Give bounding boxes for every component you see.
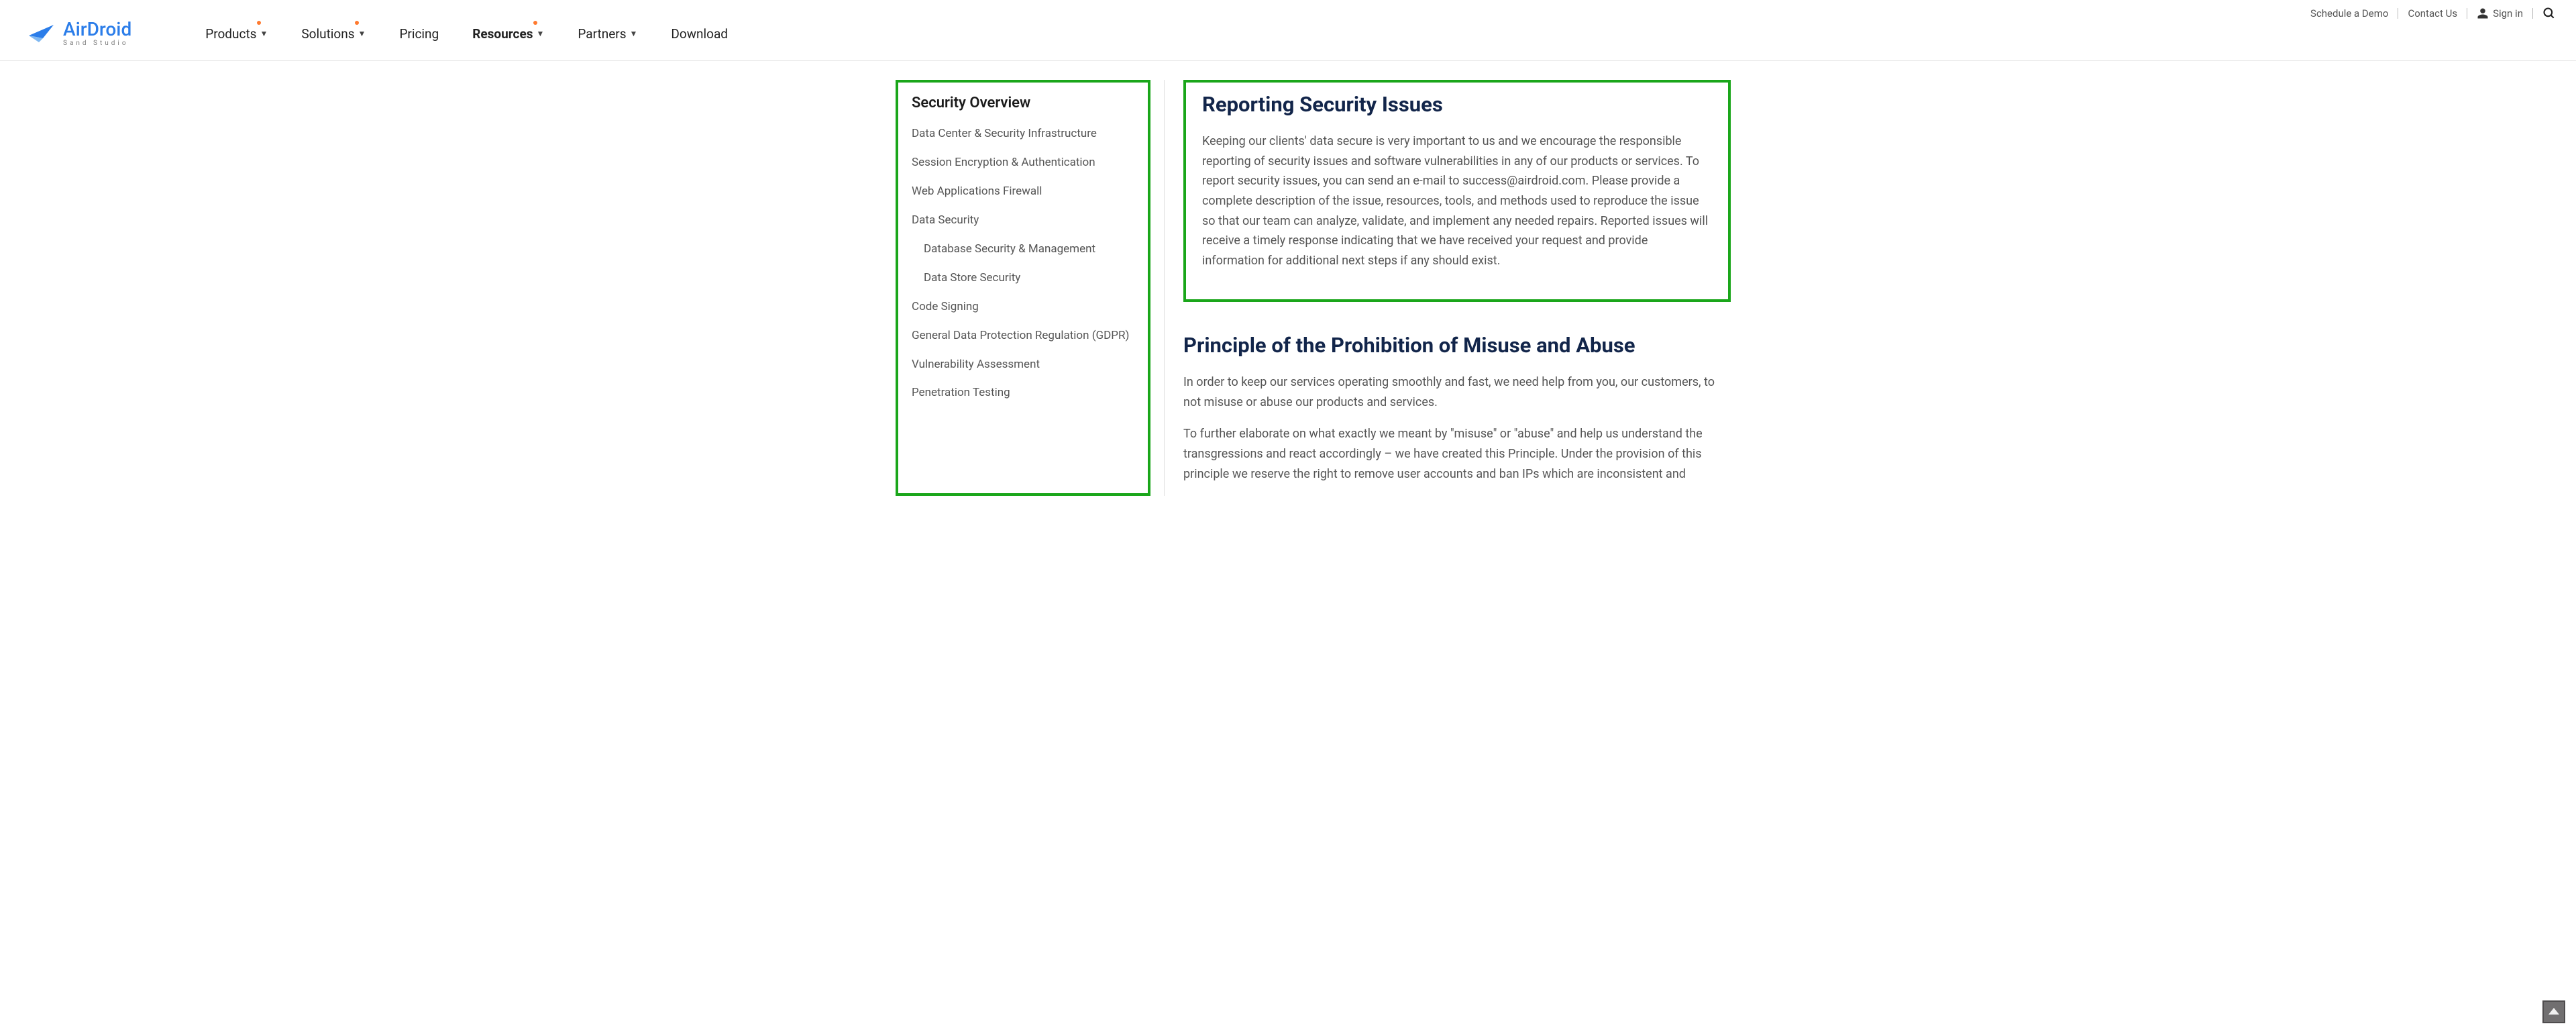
sidebar-title: Security Overview xyxy=(912,95,1134,111)
logo-brand: AirDroid xyxy=(63,20,131,39)
main-header: AirDroid Sand Studio Products ▼ Solution… xyxy=(0,20,2576,61)
chevron-down-icon: ▼ xyxy=(630,29,638,38)
nav-label: Products xyxy=(205,26,256,42)
contact-us-link[interactable]: Contact Us xyxy=(2408,7,2457,19)
main-nav: Products ▼ Solutions ▼ Pricing Resources… xyxy=(205,26,728,42)
nav-label: Download xyxy=(671,26,728,42)
logo[interactable]: AirDroid Sand Studio xyxy=(27,20,131,47)
logo-subtitle: Sand Studio xyxy=(63,40,131,47)
nav-solutions[interactable]: Solutions ▼ xyxy=(301,26,366,42)
nav-label: Solutions xyxy=(301,26,354,42)
chevron-down-icon: ▼ xyxy=(536,29,544,38)
section-title: Principle of the Prohibition of Misuse a… xyxy=(1183,333,1731,358)
section-body: Keeping our clients' data secure is very… xyxy=(1202,132,1712,271)
section-title: Reporting Security Issues xyxy=(1202,92,1712,117)
divider xyxy=(2532,8,2533,19)
sidebar-item-data-store-security[interactable]: Data Store Security xyxy=(912,270,1134,286)
nav-label: Partners xyxy=(578,26,626,42)
nav-pricing[interactable]: Pricing xyxy=(399,26,439,42)
chevron-down-icon: ▼ xyxy=(260,29,268,38)
nav-label: Resources xyxy=(472,26,533,42)
sidebar-list: Data Center & Security Infrastructure Se… xyxy=(912,126,1134,401)
nav-products[interactable]: Products ▼ xyxy=(205,26,268,42)
page-body: Security Overview Data Center & Security… xyxy=(805,80,1771,496)
utility-bar: Schedule a Demo Contact Us Sign in xyxy=(0,0,2576,20)
sidebar-item-waf[interactable]: Web Applications Firewall xyxy=(912,184,1134,199)
search-button[interactable] xyxy=(2542,7,2556,20)
back-to-top-button[interactable] xyxy=(2542,1000,2565,1023)
schedule-demo-link[interactable]: Schedule a Demo xyxy=(2310,7,2388,19)
search-icon xyxy=(2542,7,2556,20)
nav-download[interactable]: Download xyxy=(671,26,728,42)
sidebar-item-penetration-testing[interactable]: Penetration Testing xyxy=(912,385,1134,401)
nav-partners[interactable]: Partners ▼ xyxy=(578,26,637,42)
vertical-divider xyxy=(1164,80,1165,496)
logo-icon xyxy=(27,22,56,45)
notification-dot xyxy=(533,21,537,25)
sidebar-item-code-signing[interactable]: Code Signing xyxy=(912,299,1134,315)
sidebar-item-vulnerability-assessment[interactable]: Vulnerability Assessment xyxy=(912,357,1134,372)
section-prohibition-misuse: Principle of the Prohibition of Misuse a… xyxy=(1183,333,1731,484)
nav-resources[interactable]: Resources ▼ xyxy=(472,26,544,42)
user-icon xyxy=(2477,7,2489,19)
section-paragraph: To further elaborate on what exactly we … xyxy=(1183,424,1731,484)
sidebar-item-data-security[interactable]: Data Security xyxy=(912,213,1134,228)
sidebar-item-database-security[interactable]: Database Security & Management xyxy=(912,242,1134,257)
sidebar-item-session-encryption[interactable]: Session Encryption & Authentication xyxy=(912,155,1134,170)
main-content: Reporting Security Issues Keeping our cl… xyxy=(1183,80,1758,496)
nav-label: Pricing xyxy=(399,26,439,42)
section-reporting-security-issues: Reporting Security Issues Keeping our cl… xyxy=(1183,80,1731,302)
sidebar-item-gdpr[interactable]: General Data Protection Regulation (GDPR… xyxy=(912,328,1134,344)
chevron-down-icon: ▼ xyxy=(358,29,366,38)
sign-in-label: Sign in xyxy=(2493,7,2523,19)
notification-dot xyxy=(257,21,261,25)
sidebar-item-data-center[interactable]: Data Center & Security Infrastructure xyxy=(912,126,1134,142)
section-paragraph: In order to keep our services operating … xyxy=(1183,372,1731,412)
sign-in-link[interactable]: Sign in xyxy=(2477,7,2523,19)
sidebar: Security Overview Data Center & Security… xyxy=(896,80,1150,496)
logo-text: AirDroid Sand Studio xyxy=(63,20,131,47)
notification-dot xyxy=(355,21,359,25)
